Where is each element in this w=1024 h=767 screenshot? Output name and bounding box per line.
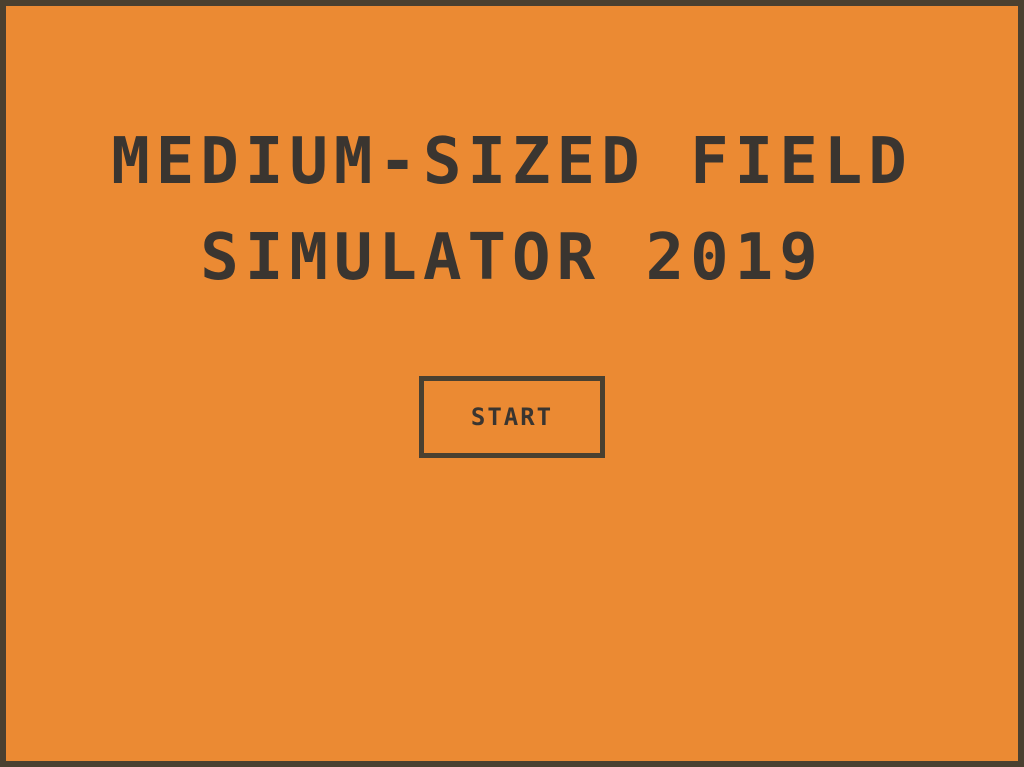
game-title-line-1: MEDIUM-SIZED FIELD [111,125,913,199]
start-button[interactable]: START [419,376,605,458]
game-title-line-2: SIMULATOR 2019 [200,221,824,295]
game-title-screen: MEDIUM-SIZED FIELD SIMULATOR 2019 START [0,0,1024,767]
start-button-label: START [470,403,554,431]
